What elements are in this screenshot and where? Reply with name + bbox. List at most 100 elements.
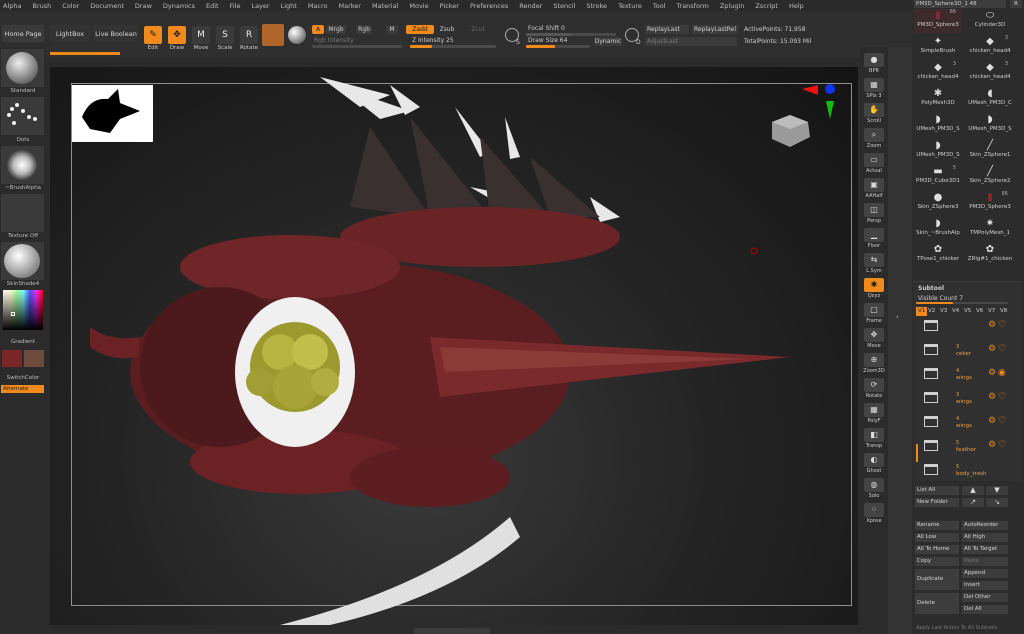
texture-thumbnail[interactable] [1,194,44,232]
shelf-move-button[interactable]: ✥ Move [863,328,885,349]
subtool-row[interactable]: 5body_trash⚙♡ [918,458,1010,482]
eye-icon[interactable]: ◉ [998,368,1006,378]
shelf-actual-button[interactable]: ▭ Actual [863,153,885,174]
tool-item[interactable]: ✷ TMPolyMesh_1 [966,217,1014,241]
eye-icon[interactable]: ♡ [998,344,1006,354]
tool-item[interactable]: ╱ Skin_ZSphere2 [966,165,1014,189]
eye-icon[interactable]: ♡ [998,416,1006,426]
live-boolean-button[interactable]: Live Boolean [94,25,138,42]
a-chip[interactable]: A [312,25,324,34]
menu-item-transform[interactable]: Transform [677,2,709,10]
all-to-home-button[interactable]: All To Home [915,545,959,554]
shelf-aahalf-button[interactable]: ▣ AAHalf [863,178,885,199]
camera-orbit-icon[interactable] [772,115,810,147]
append-button[interactable]: Append [962,569,1008,578]
adjust-last-button[interactable]: AdjustLast [645,37,737,46]
rotate-button[interactable]: R Rotate [238,26,260,54]
shelf-rotate-button[interactable]: ⟳ Rotate [863,378,885,399]
color-picker[interactable] [3,290,43,330]
tool-item[interactable]: ▬ PM3D_Cube3D1 5 [914,165,962,189]
insert-button[interactable]: Insert [962,581,1008,590]
tool-item[interactable]: ◗ UMesh_PM3D_S [966,113,1014,137]
home-page-button[interactable]: Home Page [2,25,44,42]
menu-item-layer[interactable]: Layer [251,2,269,10]
subtool-row[interactable]: 3 ceker ⚙ ♡ [918,338,1010,362]
menu-item-macro[interactable]: Macro [308,2,328,10]
axis-gizmo-icon[interactable] [802,84,835,119]
menu-item-marker[interactable]: Marker [338,2,360,10]
tool-item[interactable]: ◗ Skin_~BrushAlp [914,217,962,241]
zadd-button[interactable]: Zadd [406,25,434,34]
rgb-button[interactable]: Rgb [356,25,372,34]
all-low-button[interactable]: All Low [915,533,959,542]
tool-item[interactable]: ✱ PolyMesh3D [914,87,962,111]
subtool-row[interactable]: 5 feather ⚙ ♡ [918,434,1010,458]
menu-item-edit[interactable]: Edit [206,2,219,10]
shelf-ghost-button[interactable]: ◐ Ghost [863,453,885,474]
collapse-arrow-icon[interactable]: ‹ [896,313,899,321]
menu-item-material[interactable]: Material [372,2,398,10]
stroke-thumbnail[interactable] [1,97,44,135]
shelf-polyf-button[interactable]: ▦ PolyF [863,403,885,424]
shelf-bpr-button[interactable]: ● BPR [863,53,885,74]
draw-button[interactable]: ✥ Draw [166,26,188,54]
tool-item[interactable]: ⬭ Cylinder3D [966,9,1014,33]
focal-shift-slider[interactable] [526,33,616,36]
tool-item[interactable]: ◆ chicken_head4 3 [914,61,962,85]
menu-item-picker[interactable]: Picker [440,2,459,10]
gear-icon[interactable]: ⚙ [988,368,996,378]
rgb-intensity-slider[interactable] [312,45,402,48]
eye-icon[interactable]: ♡ [998,320,1006,330]
shelf-floor-button[interactable]: ▁ Floor [863,228,885,249]
menu-item-color[interactable]: Color [62,2,79,10]
menu-item-render[interactable]: Render [519,2,542,10]
all-high-button[interactable]: All High [962,533,1008,542]
apply-last-action-button[interactable]: Apply Last Action To All Subtools [916,625,997,631]
menu-item-light[interactable]: Light [281,2,297,10]
move-up-button[interactable]: ▲ [962,486,984,495]
menu-item-file[interactable]: File [230,2,241,10]
scale-button[interactable]: S Scale [214,26,236,54]
move-down-folder-button[interactable]: ↘ [986,498,1008,507]
eye-icon[interactable]: ♡ [998,440,1006,450]
menu-item-alpha[interactable]: Alpha [3,2,21,10]
auto-reorder-button[interactable]: AutoReorder [962,521,1008,530]
menu-item-preferences[interactable]: Preferences [470,2,508,10]
tool-item[interactable]: ◗ UMesh_PM3D_S [914,139,962,163]
subtool-row[interactable]: 4 wings ⚙ ♡ [918,410,1010,434]
bottom-tray-toggle[interactable] [414,628,490,634]
menu-item-stroke[interactable]: Stroke [586,2,607,10]
delete-button[interactable]: Delete [915,593,959,614]
tray-divider[interactable]: ‹ [888,47,912,634]
shelf-qxyz-button[interactable]: ✱ Qxyz [863,278,885,299]
subtool-scrollbar[interactable] [916,444,918,462]
zsub-button[interactable]: Zsub [438,25,456,34]
tool-item[interactable]: ▮ PM3D_Sphere3 86 [914,9,962,33]
tool-item[interactable]: ◗ UMesh_PM3D_S [914,113,962,137]
tool-item[interactable]: ╱ Skin_ZSphere1 [966,139,1014,163]
gear-icon[interactable]: ⚙ [988,344,996,354]
menu-item-document[interactable]: Document [90,2,124,10]
tool-item[interactable]: ◆ chicken_head4 3 [966,35,1014,59]
menu-item-brush[interactable]: Brush [32,2,51,10]
m-button[interactable]: M [386,25,398,34]
shelf-scroll-button[interactable]: ✋ Scroll [863,103,885,124]
mrgb-button[interactable]: Mrgb [326,25,346,34]
gear-icon[interactable]: ⚙ [988,320,996,330]
subtool-row[interactable]: 3 wings ⚙ ♡ [918,386,1010,410]
current-tool-header[interactable]: PM3D_Sphere3D_1 48 [914,0,1006,8]
shelf-transp-button[interactable]: ◧ Transp [863,428,885,449]
subtool-title[interactable]: Subtool [918,285,944,292]
menu-item-stencil[interactable]: Stencil [553,2,575,10]
shelf-frame-button[interactable]: ▢ Frame [863,303,885,324]
menu-item-texture[interactable]: Texture [618,2,642,10]
subtool-row[interactable]: ⚙ ♡ [918,314,1010,338]
replay-last-rel-button[interactable]: ReplayLastRel [692,25,738,34]
duplicate-button[interactable]: Duplicate [915,569,959,590]
replay-last-button[interactable]: ReplayLast [645,25,689,34]
menu-item-dynamics[interactable]: Dynamics [163,2,195,10]
z-intensity-slider[interactable] [410,45,496,48]
menu-item-movie[interactable]: Movie [409,2,428,10]
gear-icon[interactable]: ⚙ [988,416,996,426]
edit-button[interactable]: ✎ Edit [142,26,164,54]
